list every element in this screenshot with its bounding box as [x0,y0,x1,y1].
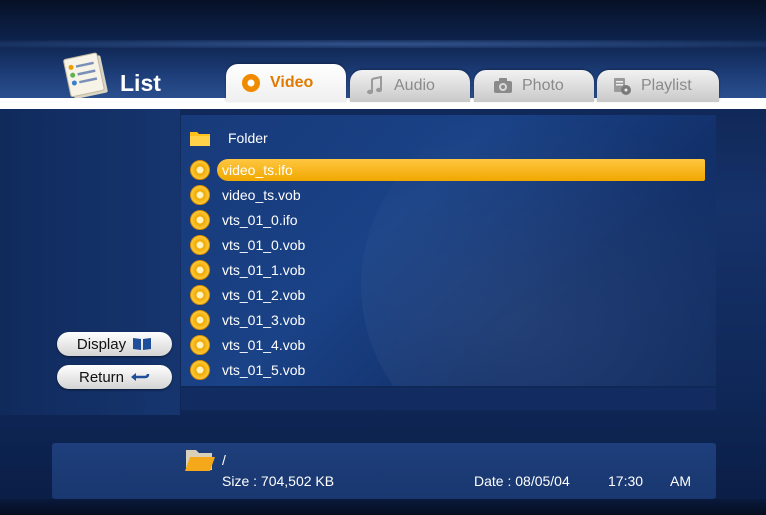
disc-icon [190,360,210,380]
display-button-label: Display [76,335,127,353]
file-name: video_ts.ifo [222,162,293,178]
music-note-icon [367,75,382,95]
book-icon [133,338,152,350]
file-name: vts_01_0.ifo [222,212,298,228]
disc-icon [190,285,210,305]
return-arrow-icon [131,373,150,381]
tab-playlist-label: Playlist [641,77,692,94]
disc-icon [190,235,210,255]
camera-icon [494,78,512,93]
list-item[interactable]: video_ts.ifo [190,159,705,181]
return-button[interactable]: Return [57,365,172,389]
display-button[interactable]: Display [57,332,172,356]
list-logo-icon [63,52,108,98]
disc-icon [190,210,210,230]
disc-icon [190,160,210,180]
file-name: vts_01_0.vob [222,237,306,253]
tab-video-label: Video [270,74,314,91]
list-item[interactable]: vts_01_0.ifo [190,209,298,231]
info-bar [52,443,716,499]
list-item[interactable]: vts_01_2.vob [190,284,305,306]
disc-icon [190,335,210,355]
file-date: Date : 08/05/04 [474,473,570,489]
file-size: Size : 704,502 KB [222,473,335,489]
list-item[interactable]: vts_01_3.vob [190,309,305,331]
file-name: video_ts.vob [222,187,301,203]
tab-video[interactable]: Video [226,64,346,102]
file-name: vts_01_2.vob [222,287,306,303]
video-icon [242,74,260,92]
disc-icon [190,310,210,330]
file-name: vts_01_1.vob [222,262,306,278]
app-window: List Video Audio Photo Playlist Folder v… [0,0,766,515]
page-title: List [120,70,161,96]
folder-icon [190,132,210,146]
file-time: 17:30 [608,473,644,489]
tab-audio-label: Audio [394,77,435,94]
file-name: vts_01_5.vob [222,362,306,378]
playlist-icon [614,78,631,95]
folder-label: Folder [228,130,268,146]
tab-photo[interactable]: Photo [474,70,594,102]
tab-photo-label: Photo [522,77,564,94]
tab-playlist[interactable]: Playlist [597,70,719,102]
list-item[interactable]: vts_01_5.vob [190,359,305,381]
folder-row[interactable]: Folder [190,127,268,149]
list-item[interactable]: vts_01_4.vob [190,334,305,356]
return-button-label: Return [78,368,125,386]
file-name: vts_01_4.vob [222,337,306,353]
list-item[interactable]: vts_01_1.vob [190,259,305,281]
tab-audio[interactable]: Audio [350,70,470,102]
bottom-edge [0,499,766,515]
list-item[interactable]: video_ts.vob [190,184,301,206]
current-path: / [222,452,226,468]
disc-icon [190,185,210,205]
list-item[interactable]: vts_01_0.vob [190,234,305,256]
file-name: vts_01_3.vob [222,312,306,328]
disc-icon [190,260,210,280]
file-ampm: AM [670,473,691,489]
list-footer [181,388,716,410]
open-folder-icon [185,450,215,471]
